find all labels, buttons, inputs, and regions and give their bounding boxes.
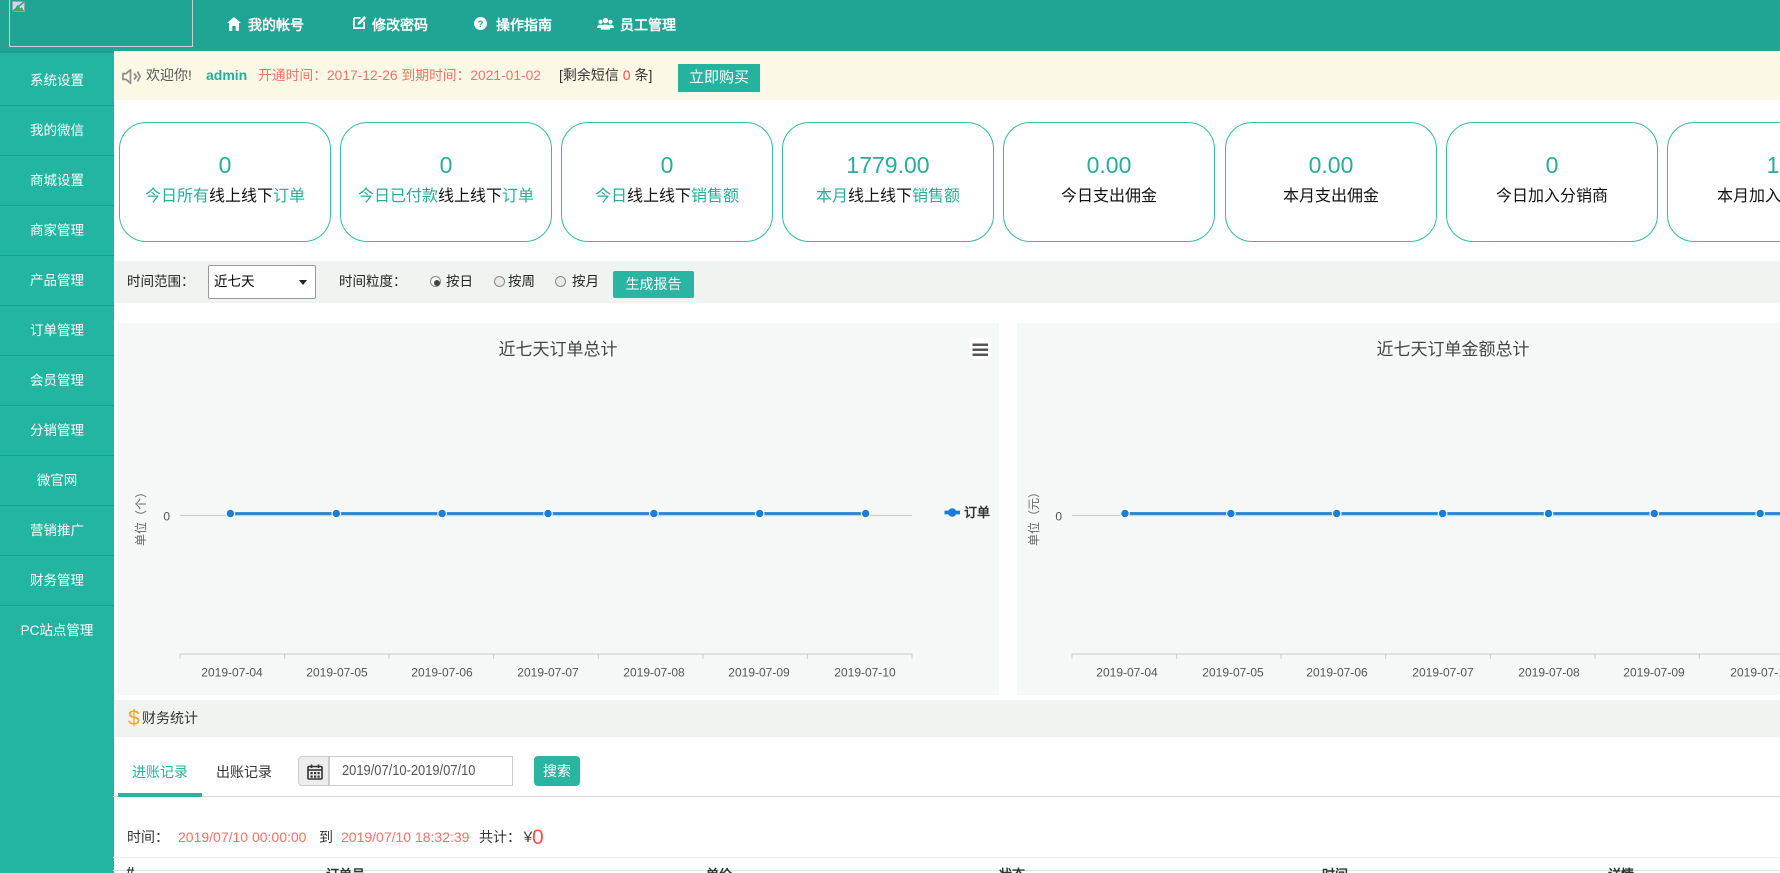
svg-text:2019-07-09: 2019-07-09 (1623, 666, 1685, 680)
svg-text:2019-07-07: 2019-07-07 (517, 666, 579, 680)
svg-text:2019-07-05: 2019-07-05 (1202, 666, 1264, 680)
svg-text:2019-07-09: 2019-07-09 (728, 666, 790, 680)
svg-text:2019-07-08: 2019-07-08 (623, 666, 685, 680)
svg-text:2019-07-07: 2019-07-07 (1412, 666, 1474, 680)
svg-text:2019-07-10: 2019-07-10 (1730, 666, 1780, 680)
svg-text:2019-07-04: 2019-07-04 (201, 666, 263, 680)
svg-text:?: ? (478, 19, 484, 30)
svg-text:2019-07-04: 2019-07-04 (1096, 666, 1158, 680)
svg-text:订单: 订单 (964, 505, 990, 520)
svg-text:2019-07-08: 2019-07-08 (1518, 666, 1580, 680)
svg-text:近七天订单金额总计: 近七天订单金额总计 (1377, 340, 1530, 359)
svg-text:单位（个）: 单位（个） (133, 486, 148, 546)
svg-text:单位（元）: 单位（元） (1026, 486, 1041, 546)
svg-text:0: 0 (1055, 510, 1062, 524)
svg-text:2019-07-05: 2019-07-05 (306, 666, 368, 680)
svg-text:0: 0 (163, 510, 170, 524)
svg-text:2019-07-06: 2019-07-06 (411, 666, 473, 680)
svg-text:2019-07-10: 2019-07-10 (834, 666, 896, 680)
svg-text:近七天订单总计: 近七天订单总计 (499, 340, 618, 359)
svg-text:2019-07-06: 2019-07-06 (1306, 666, 1368, 680)
